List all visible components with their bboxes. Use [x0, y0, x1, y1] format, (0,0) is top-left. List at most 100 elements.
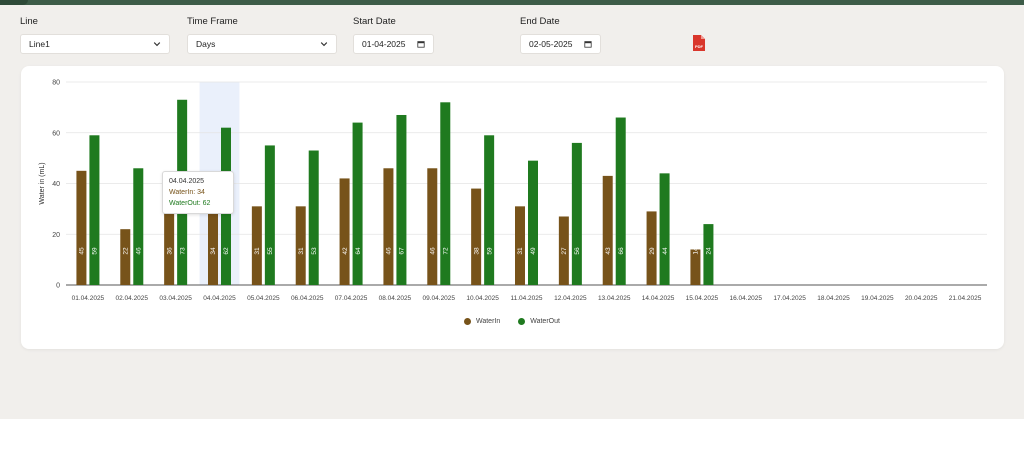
bar-water-in[interactable] [295, 206, 306, 285]
bar-water-out[interactable] [659, 173, 670, 285]
start-date-filter: Start Date 01-04-2025 [353, 16, 434, 54]
line-filter-label: Line [20, 16, 38, 27]
bar-label-water-in: 38 [473, 247, 480, 255]
bar-label-water-out: 53 [311, 247, 318, 255]
legend-label-water-out: WaterOut [530, 318, 560, 325]
time-frame-select[interactable]: Days [187, 34, 337, 54]
chart-legend: WaterIn WaterOut [464, 318, 560, 325]
x-tick-label: 09.04.2025 [423, 295, 456, 302]
y-axis-label: Water in (mL) [39, 162, 46, 204]
x-tick-label: 13.04.2025 [598, 295, 631, 302]
x-tick-label: 04.04.2025 [203, 295, 236, 302]
end-date-filter-label: End Date [520, 16, 560, 27]
bar-water-out[interactable] [571, 142, 582, 285]
x-tick-label: 08.04.2025 [379, 295, 412, 302]
legend-item-water-out[interactable]: WaterOut [518, 318, 560, 325]
calendar-icon[interactable] [417, 40, 425, 48]
bar-water-in[interactable] [427, 168, 438, 285]
chevron-down-icon [153, 42, 161, 47]
app-body: Line Line1 Time Frame Days Start Date 01… [0, 5, 1024, 419]
bar-label-water-out: 72 [442, 247, 449, 255]
bar-water-in[interactable] [471, 188, 482, 285]
tooltip-water-in: WaterIn: 34 [169, 189, 205, 196]
x-tick-label: 20.04.2025 [905, 295, 938, 302]
bar-label-water-out: 59 [92, 247, 99, 255]
x-tick-label: 14.04.2025 [642, 295, 675, 302]
bar-label-water-in: 43 [605, 247, 612, 255]
x-tick-label: 12.04.2025 [554, 295, 587, 302]
tooltip-water-out: WaterOut: 62 [169, 200, 211, 207]
bar-label-water-out: 44 [662, 247, 669, 255]
bar-water-in[interactable] [602, 175, 613, 285]
legend-swatch-water-out [518, 318, 526, 325]
bar-label-water-out: 55 [267, 247, 274, 255]
line-select[interactable]: Line1 [20, 34, 170, 54]
bar-water-in[interactable] [76, 170, 87, 285]
x-tick-label: 21.04.2025 [949, 295, 982, 302]
bar-label-water-out: 56 [574, 247, 581, 255]
bar-water-out[interactable] [396, 114, 407, 285]
bar-label-water-in: 36 [166, 247, 173, 255]
bar-label-water-in: 34 [210, 247, 217, 255]
bar-water-out[interactable] [528, 160, 538, 285]
x-tick-label: 19.04.2025 [861, 295, 894, 302]
y-tick-label: 80 [52, 80, 60, 87]
end-date-input[interactable]: 02-05-2025 [520, 34, 601, 54]
bar-water-out[interactable] [264, 145, 275, 285]
y-tick-label: 40 [52, 181, 60, 188]
bar-water-in[interactable] [515, 206, 525, 285]
bar-water-in[interactable] [339, 178, 350, 285]
bar-label-water-out: 73 [179, 247, 186, 255]
legend-label-water-in: WaterIn [476, 318, 501, 325]
time-frame-filter-label: Time Frame [187, 16, 238, 27]
start-date-filter-label: Start Date [353, 16, 396, 27]
start-date-value: 01-04-2025 [362, 39, 406, 49]
bar-label-water-out: 62 [223, 247, 230, 255]
bar-label-water-out: 67 [399, 247, 406, 255]
chart-tooltip: 04.04.2025 WaterIn: 34 WaterOut: 62 [162, 171, 234, 214]
line-filter: Line Line1 [20, 16, 170, 54]
bar-water-in[interactable] [120, 229, 131, 285]
bar-label-water-out: 46 [135, 247, 142, 255]
x-tick-label: 05.04.2025 [247, 295, 280, 302]
y-tick-label: 0 [56, 283, 60, 290]
bar-label-water-in: 45 [79, 247, 86, 255]
bar-label-water-out: 66 [618, 247, 625, 255]
x-tick-label: 02.04.2025 [116, 295, 149, 302]
x-tick-label: 01.04.2025 [72, 295, 105, 302]
bar-water-out[interactable] [484, 135, 495, 285]
tooltip-date: 04.04.2025 [169, 178, 205, 185]
bar-water-in[interactable] [383, 168, 394, 285]
bar-label-water-out: 49 [530, 247, 537, 255]
calendar-icon[interactable] [584, 40, 592, 48]
legend-item-water-in[interactable]: WaterIn [464, 318, 500, 325]
x-tick-label: 16.04.2025 [730, 295, 763, 302]
bar-label-water-in: 31 [254, 247, 261, 255]
bar-water-out[interactable] [89, 135, 100, 285]
x-tick-label: 17.04.2025 [773, 295, 806, 302]
bar-water-out[interactable] [308, 150, 319, 285]
pdf-icon: PDF [693, 35, 705, 51]
bar-label-water-in: 46 [386, 247, 393, 255]
time-frame-filter: Time Frame Days [187, 16, 337, 54]
bar-water-out[interactable] [352, 122, 363, 285]
y-tick-label: 60 [52, 130, 60, 137]
bar-label-water-out: 59 [486, 247, 493, 255]
chevron-down-icon [320, 42, 328, 47]
bar-label-water-in: 29 [649, 247, 656, 255]
bar-label-water-out: 64 [355, 247, 362, 255]
bar-label-water-in: 27 [561, 247, 568, 255]
bar-water-in[interactable] [251, 206, 262, 285]
bar-water-out[interactable] [133, 168, 144, 285]
x-tick-label: 03.04.2025 [159, 295, 192, 302]
bar-label-water-in: 14 [693, 247, 700, 255]
bar-label-water-in: 42 [342, 247, 349, 255]
bar-label-water-out: 24 [706, 247, 713, 255]
legend-swatch-water-in [464, 318, 471, 325]
bar-water-out[interactable] [440, 102, 451, 285]
start-date-input[interactable]: 01-04-2025 [353, 34, 434, 54]
export-pdf-button[interactable]: PDF [688, 32, 710, 54]
y-tick-label: 20 [52, 232, 60, 239]
x-tick-label: 07.04.2025 [335, 295, 368, 302]
bar-water-out[interactable] [615, 117, 626, 286]
